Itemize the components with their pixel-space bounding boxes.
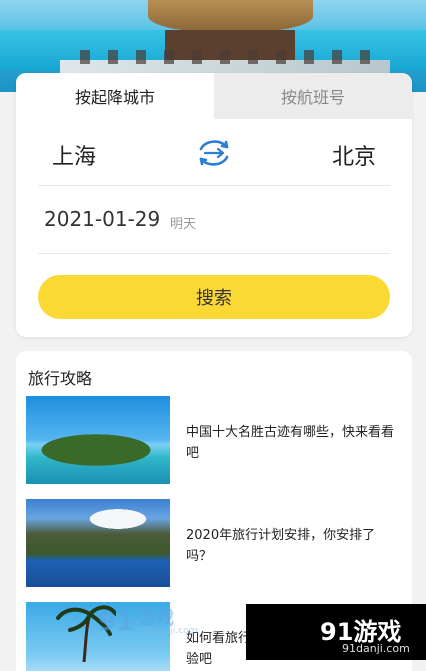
section-title: 旅行攻略: [28, 369, 93, 388]
departure-date[interactable]: 2021-01-29: [44, 207, 160, 231]
article-title: 2020年旅行计划安排，你安排了吗？: [186, 528, 376, 564]
flight-search-card: 按起降城市 按航班号 上海 北京 2021-01-29 明天 搜索: [16, 73, 412, 337]
arrival-city[interactable]: 北京: [332, 139, 376, 171]
watermark-url: 91danji.com: [142, 626, 198, 636]
article-item[interactable]: 2020年旅行计划安排，你安排了吗？: [26, 499, 402, 589]
hut-roof: [148, 0, 313, 32]
search-button[interactable]: 搜索: [38, 275, 390, 319]
divider: [38, 185, 390, 186]
airplane-swap-icon[interactable]: [196, 135, 232, 171]
divider: [38, 253, 390, 254]
brand-watermark: 91游戏 91danji.com: [246, 604, 426, 660]
search-mode-tabs: 按起降城市 按航班号: [16, 73, 412, 119]
article-title: 中国十大名胜古迹有哪些，快来看看吧: [186, 425, 395, 461]
deck-chairs: [80, 50, 370, 64]
article-thumbnail: [26, 499, 170, 587]
date-hint: 明天: [170, 217, 197, 232]
watermark-url: 91danji.com: [342, 642, 410, 655]
route-row: 上海 北京: [16, 131, 412, 175]
watermark-nine-icon: 91: [98, 607, 134, 637]
tab-by-flight-number[interactable]: 按航班号: [214, 73, 412, 119]
svg-text:91: 91: [98, 607, 134, 637]
article-item[interactable]: 中国十大名胜古迹有哪些，快来看看吧: [26, 396, 402, 486]
watermark-logo: 91 游戏 91danji.com: [96, 600, 206, 640]
departure-city[interactable]: 上海: [52, 139, 96, 171]
tab-by-city[interactable]: 按起降城市: [16, 73, 214, 119]
article-thumbnail: [26, 396, 170, 484]
